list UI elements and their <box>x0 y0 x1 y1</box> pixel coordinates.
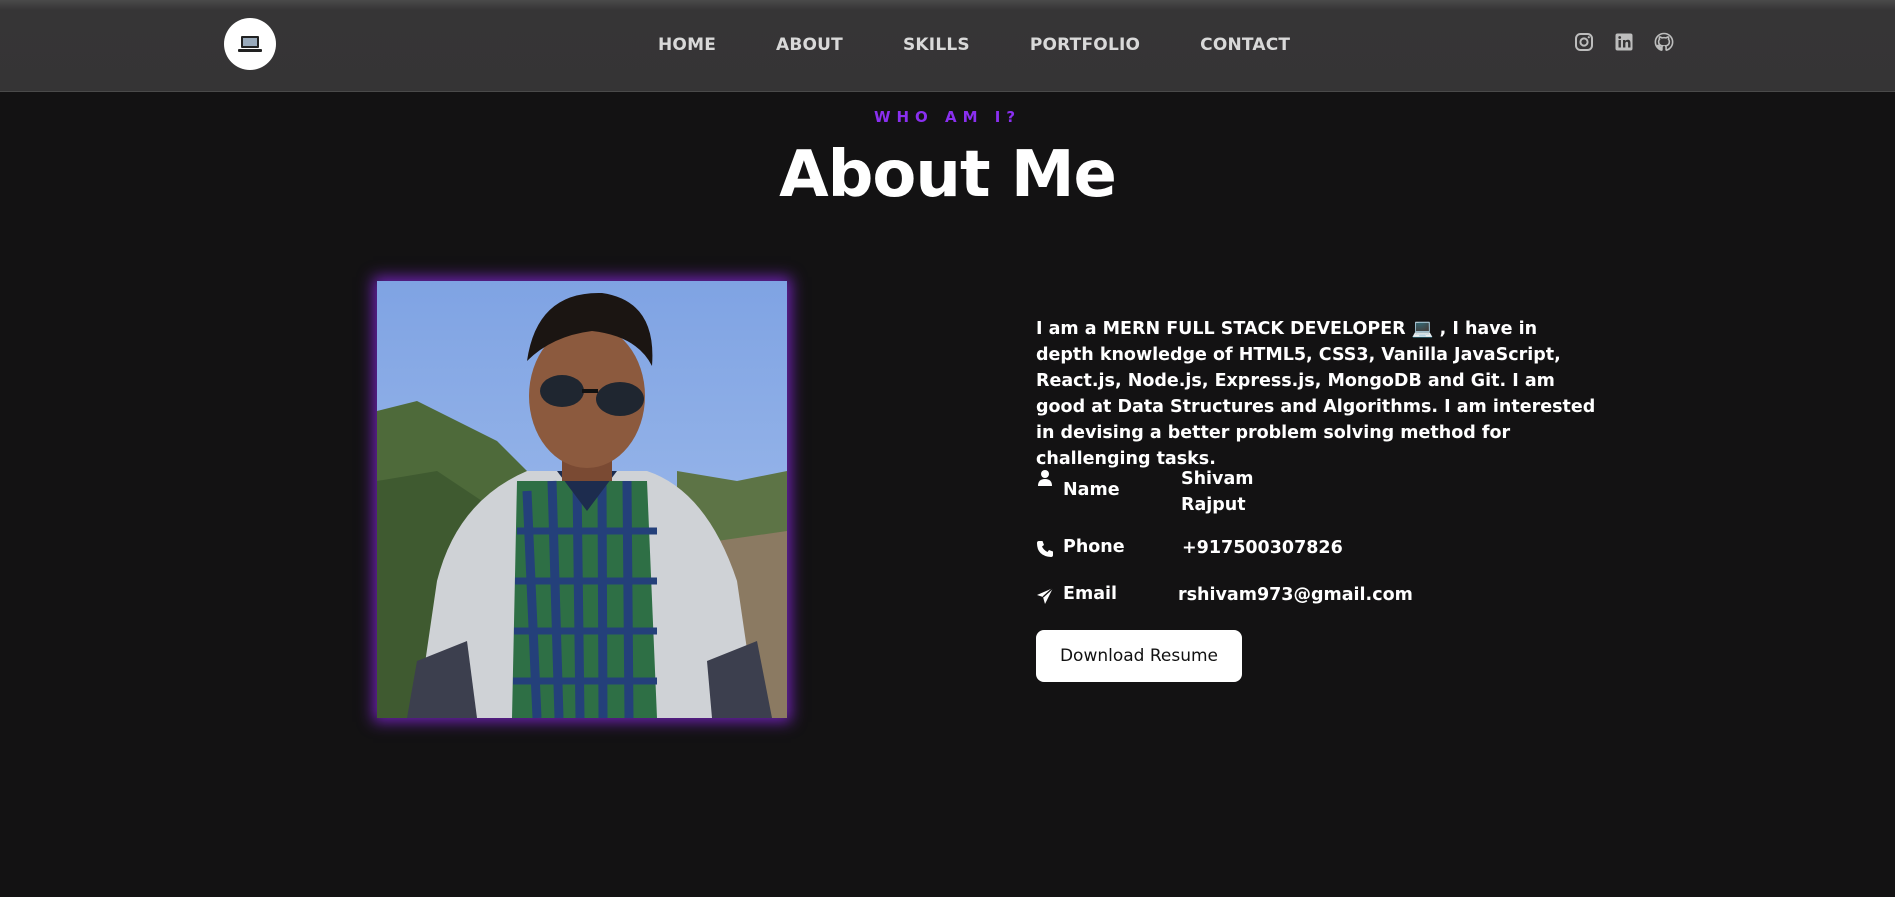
phone-icon <box>1037 541 1053 557</box>
nav-links: HOME ABOUT SKILLS PORTFOLIO CONTACT <box>658 0 1290 90</box>
section-eyebrow: WHO AM I? <box>873 108 1022 126</box>
nav-link-contact[interactable]: CONTACT <box>1200 35 1290 55</box>
phone-value: +917500307826 <box>1182 538 1343 558</box>
name-value-last: Rajput <box>1181 495 1246 515</box>
phone-label: Phone <box>1063 537 1125 557</box>
profile-photo <box>377 281 787 718</box>
name-value: Shivam Rajput <box>1181 466 1254 518</box>
linkedin-icon[interactable] <box>1614 32 1634 52</box>
navbar: HOME ABOUT SKILLS PORTFOLIO CONTACT <box>0 0 1895 92</box>
section-title: About Me <box>779 138 1117 212</box>
download-resume-button[interactable]: Download Resume <box>1036 630 1242 682</box>
info-row-name: Name Shivam Rajput <box>1036 466 1254 518</box>
nav-link-home[interactable]: HOME <box>658 35 716 55</box>
info-row-phone: Phone +917500307826 <box>1036 537 1343 559</box>
bio-text: I am a MERN FULL STACK DEVELOPER 💻 , I h… <box>1036 319 1596 469</box>
github-icon[interactable] <box>1654 32 1674 52</box>
send-icon <box>1037 587 1054 604</box>
user-icon <box>1038 470 1052 486</box>
nav-link-skills[interactable]: SKILLS <box>903 35 970 55</box>
nav-link-portfolio[interactable]: PORTFOLIO <box>1030 35 1140 55</box>
nav-link-about[interactable]: ABOUT <box>776 35 843 55</box>
email-label: Email <box>1063 584 1117 604</box>
laptop-icon <box>238 36 262 52</box>
social-links <box>1574 30 1674 54</box>
info-row-email: Email rshivam973@gmail.com <box>1036 584 1413 606</box>
name-label: Name <box>1063 480 1120 500</box>
name-value-first: Shivam <box>1181 469 1254 489</box>
email-value: rshivam973@gmail.com <box>1178 585 1413 605</box>
logo[interactable] <box>224 18 276 70</box>
instagram-icon[interactable] <box>1574 32 1594 52</box>
